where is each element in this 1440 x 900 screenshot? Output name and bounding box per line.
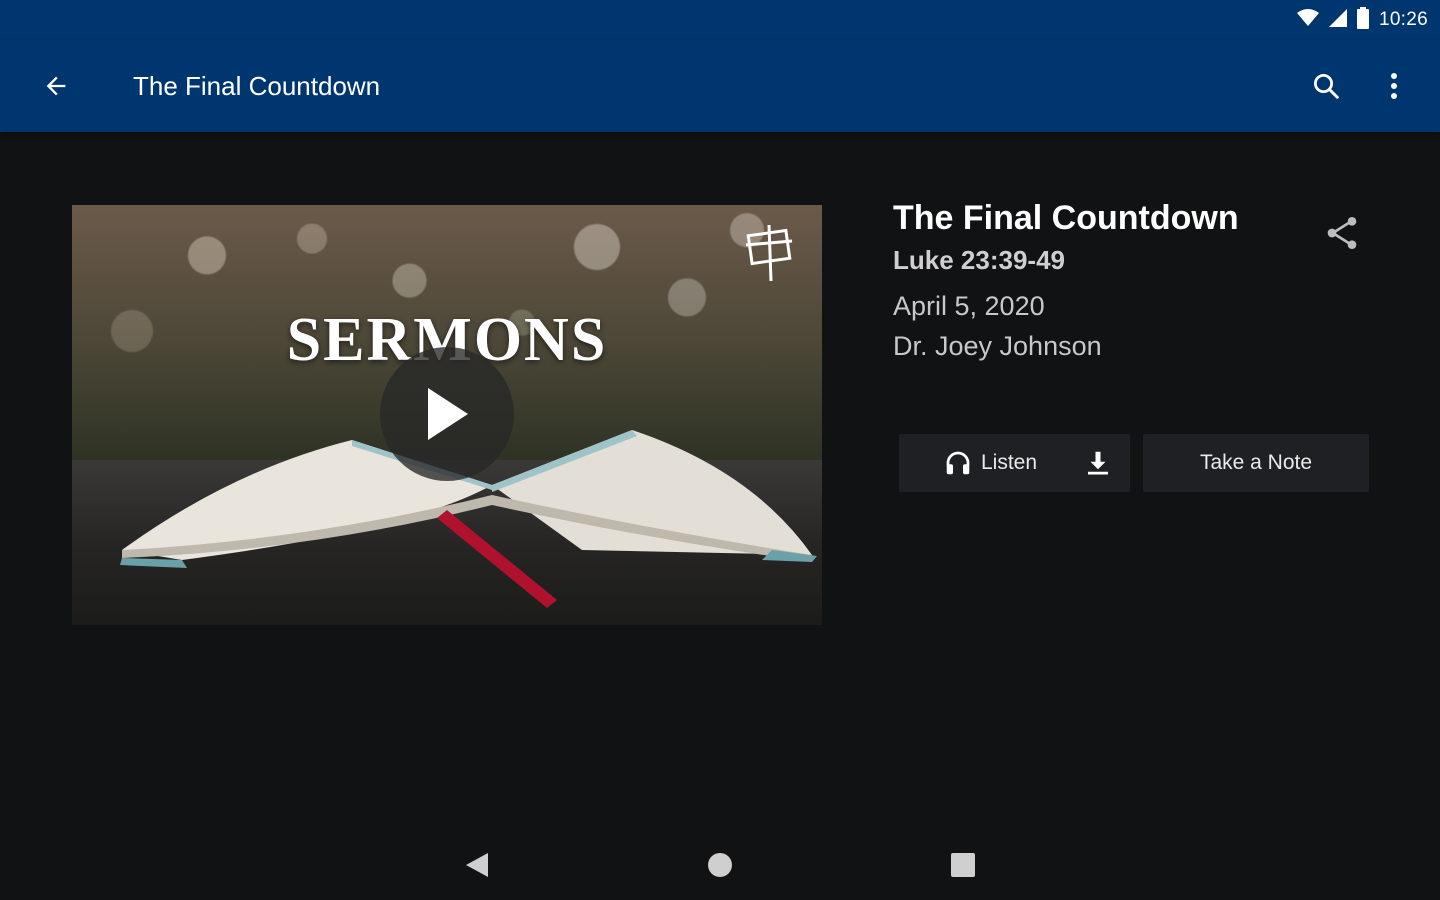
nav-recents-icon (951, 853, 975, 877)
play-button[interactable] (380, 347, 514, 481)
play-icon (428, 388, 468, 440)
nav-home-icon (708, 853, 732, 877)
nav-back-button[interactable] (452, 840, 502, 890)
search-button[interactable] (1302, 62, 1350, 110)
listen-button[interactable]: Listen (899, 434, 1130, 492)
back-button[interactable] (32, 62, 80, 110)
sermon-date: April 5, 2020 (893, 291, 1045, 321)
sermon-title: The Final Countdown (893, 199, 1239, 237)
arrow-back-icon (46, 76, 66, 96)
wifi-icon (1296, 8, 1319, 32)
sermon-speaker: Dr. Joey Johnson (893, 331, 1102, 361)
app-bar-title: The Final Countdown (133, 71, 381, 101)
nav-back-icon (466, 853, 488, 877)
take-a-note-label: Take a Note (1199, 451, 1313, 474)
download-icon (1088, 451, 1108, 475)
overflow-menu-button[interactable] (1370, 62, 1418, 110)
system-nav-bar (0, 830, 1440, 900)
battery-icon (1356, 6, 1369, 34)
signal-icon (1328, 8, 1347, 32)
nav-recents-button[interactable] (938, 840, 988, 890)
share-icon (1327, 217, 1357, 249)
app-bar: The Final Countdown (0, 40, 1440, 132)
take-a-note-button[interactable]: Take a Note (1143, 434, 1369, 492)
sermon-info: The Final Countdown Luke 23:39-49 April … (893, 196, 1373, 366)
share-button[interactable] (1317, 208, 1367, 258)
listen-label: Listen (981, 451, 1038, 474)
search-icon (1314, 74, 1339, 99)
headphones-icon (946, 451, 970, 475)
status-bar: 10:26 (0, 0, 1440, 40)
more-vert-icon (1391, 73, 1397, 99)
sermon-video-thumbnail[interactable]: SERMONS (72, 205, 822, 625)
nav-home-button[interactable] (695, 840, 745, 890)
status-icons: 10:26 (1296, 6, 1428, 34)
sermon-reference: Luke 23:39-49 (893, 245, 1065, 275)
church-logo-icon (745, 224, 793, 282)
download-button[interactable] (1081, 446, 1115, 480)
status-time: 10:26 (1378, 9, 1428, 30)
